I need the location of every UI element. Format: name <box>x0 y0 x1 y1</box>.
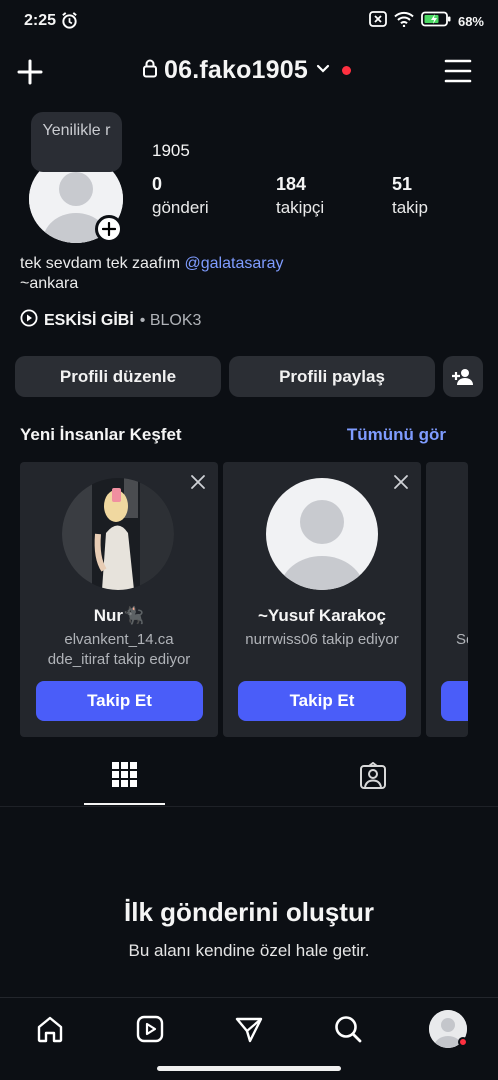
edit-profile-button[interactable]: Profili düzenle <box>15 356 221 397</box>
sim-disabled-icon <box>369 11 387 32</box>
grid-icon <box>112 762 137 787</box>
share-profile-button[interactable]: Profili paylaş <box>229 356 435 397</box>
create-button[interactable] <box>14 56 46 88</box>
music-title: ESKİSİ GİBİ <box>44 311 134 329</box>
username-title: 06.fako1905 <box>164 56 308 84</box>
notes-tooltip[interactable]: Yenilikle r <box>31 112 122 172</box>
wifi-icon <box>394 11 414 32</box>
plus-icon <box>102 222 116 236</box>
bottom-nav-divider <box>0 997 498 998</box>
user-photo-icon <box>62 478 174 590</box>
add-person-icon <box>452 368 473 385</box>
profile-bio: tek sevdam tek zaafım @galatasaray ~anka… <box>20 254 283 294</box>
home-indicator[interactable] <box>157 1066 341 1071</box>
follow-button[interactable]: Takip Et <box>36 681 203 721</box>
lock-icon <box>142 58 158 83</box>
music-artist: • BLOK3 <box>139 311 202 329</box>
menu-button[interactable] <box>444 58 472 84</box>
suggestion-name: Nur🐈‍⬛ <box>93 606 145 625</box>
close-icon <box>191 475 205 489</box>
followers-count: 184 <box>276 174 307 194</box>
plus-icon <box>17 59 43 85</box>
follow-button[interactable]: Takip Et <box>238 681 406 721</box>
status-time: 2:25 <box>24 12 57 29</box>
close-icon <box>394 475 408 489</box>
follow-button[interactable] <box>441 681 468 721</box>
suggestion-card[interactable]: ~Yusuf Karakoç nurrwiss06 takip ediyor T… <box>223 462 421 737</box>
bio-location: ~ankara <box>20 275 79 292</box>
discover-people-button[interactable] <box>443 356 483 397</box>
bio-text: tek sevdam tek zaafım <box>20 255 185 272</box>
notification-dot <box>341 66 351 75</box>
battery-percent: 68% <box>457 14 484 29</box>
hamburger-menu-icon <box>444 59 472 83</box>
suggestion-subtitle-line: dde_itiraf takip ediyor <box>47 651 191 668</box>
following-label: takip <box>392 198 428 217</box>
home-icon <box>37 1016 63 1043</box>
profile-music[interactable]: ESKİSİ GİBİ • BLOK3 <box>20 309 201 332</box>
followers-label: takipçi <box>276 198 325 217</box>
nav-reels[interactable] <box>133 1012 167 1046</box>
following-stat[interactable]: 51 takip <box>392 174 428 219</box>
default-avatar-icon <box>266 478 378 590</box>
tab-posts-grid[interactable] <box>84 757 165 807</box>
profile-actions: Profili düzenle Profili paylaş <box>15 356 483 397</box>
suggestion-name: ~Yusuf Karakoç <box>257 606 387 625</box>
dismiss-suggestion-button[interactable] <box>190 474 206 490</box>
suggestion-subtitle: nurrwiss06 takip ediyor <box>245 631 399 648</box>
empty-state-title: İlk gönderini oluştur <box>124 897 374 927</box>
bio-mention-link[interactable]: @galatasaray <box>185 255 284 272</box>
posts-label: gönderi <box>152 198 209 217</box>
empty-state-subtitle: Bu alanı kendine özel hale getir. <box>128 941 370 960</box>
suggestion-avatar-photo <box>62 478 174 590</box>
suggestion-subtitle: Se <box>456 631 468 648</box>
posts-count: 0 <box>152 174 163 194</box>
followers-stat[interactable]: 184 takipçi <box>276 174 324 219</box>
send-icon <box>235 1017 263 1043</box>
reels-icon <box>136 1015 164 1043</box>
notification-dot <box>458 1037 468 1047</box>
discover-people-title: Yeni İnsanlar Keşfet <box>20 425 182 444</box>
tagged-person-icon <box>360 762 386 789</box>
following-count: 51 <box>392 174 413 194</box>
add-story-button[interactable] <box>95 215 123 243</box>
nav-direct[interactable] <box>232 1012 266 1046</box>
profile-header: 06.fako1905 <box>0 48 498 94</box>
alarm-clock-icon <box>60 11 79 35</box>
tab-tagged[interactable] <box>333 757 414 807</box>
suggestion-subtitle: elvankent_14.ca dde_itiraf takip ediyor <box>20 630 218 670</box>
suggestion-card[interactable]: Se <box>426 462 468 737</box>
nav-search[interactable] <box>331 1012 365 1046</box>
chevron-down-icon <box>314 59 332 82</box>
suggestion-subtitle-line: elvankent_14.ca <box>64 631 174 648</box>
see-all-link[interactable]: Tümünü gör <box>347 425 446 445</box>
battery-charging-icon <box>421 11 451 32</box>
play-circle-icon <box>20 309 38 332</box>
suggestion-avatar <box>266 478 378 590</box>
search-icon <box>335 1016 362 1043</box>
dismiss-suggestion-button[interactable] <box>393 474 409 490</box>
tab-divider <box>0 806 498 807</box>
status-bar: 2:25 68% <box>0 0 498 44</box>
posts-stat[interactable]: 0 gönderi <box>152 174 209 219</box>
profile-display-name: 1905 <box>152 141 190 160</box>
nav-home[interactable] <box>33 1012 67 1046</box>
account-switcher[interactable]: 06.fako1905 <box>142 56 351 85</box>
active-tab-indicator <box>84 803 165 805</box>
suggestion-card[interactable]: Nur🐈‍⬛ elvankent_14.ca dde_itiraf takip … <box>20 462 218 737</box>
